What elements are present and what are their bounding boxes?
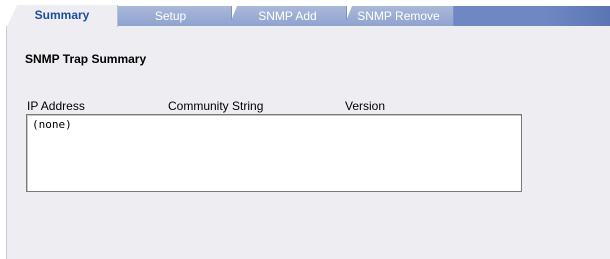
- tab-snmp-remove[interactable]: SNMP Remove: [344, 6, 454, 26]
- column-header-community-string: Community String: [168, 99, 264, 113]
- tab-setup[interactable]: Setup: [110, 6, 232, 26]
- content-panel: SNMP Trap Summary IP Address Community S…: [6, 26, 610, 259]
- column-header-version: Version: [345, 99, 386, 113]
- tab-bar-fill: [450, 6, 610, 26]
- column-header-ip-address: IP Address: [27, 99, 85, 113]
- section-title: SNMP Trap Summary: [25, 52, 147, 66]
- tab-summary[interactable]: Summary: [7, 5, 118, 27]
- list-item[interactable]: (none): [32, 118, 72, 131]
- trap-list[interactable]: (none): [26, 114, 522, 192]
- tab-bar: Setup SNMP Add SNMP Remove Summary: [0, 0, 610, 27]
- tab-snmp-add[interactable]: SNMP Add: [229, 6, 347, 26]
